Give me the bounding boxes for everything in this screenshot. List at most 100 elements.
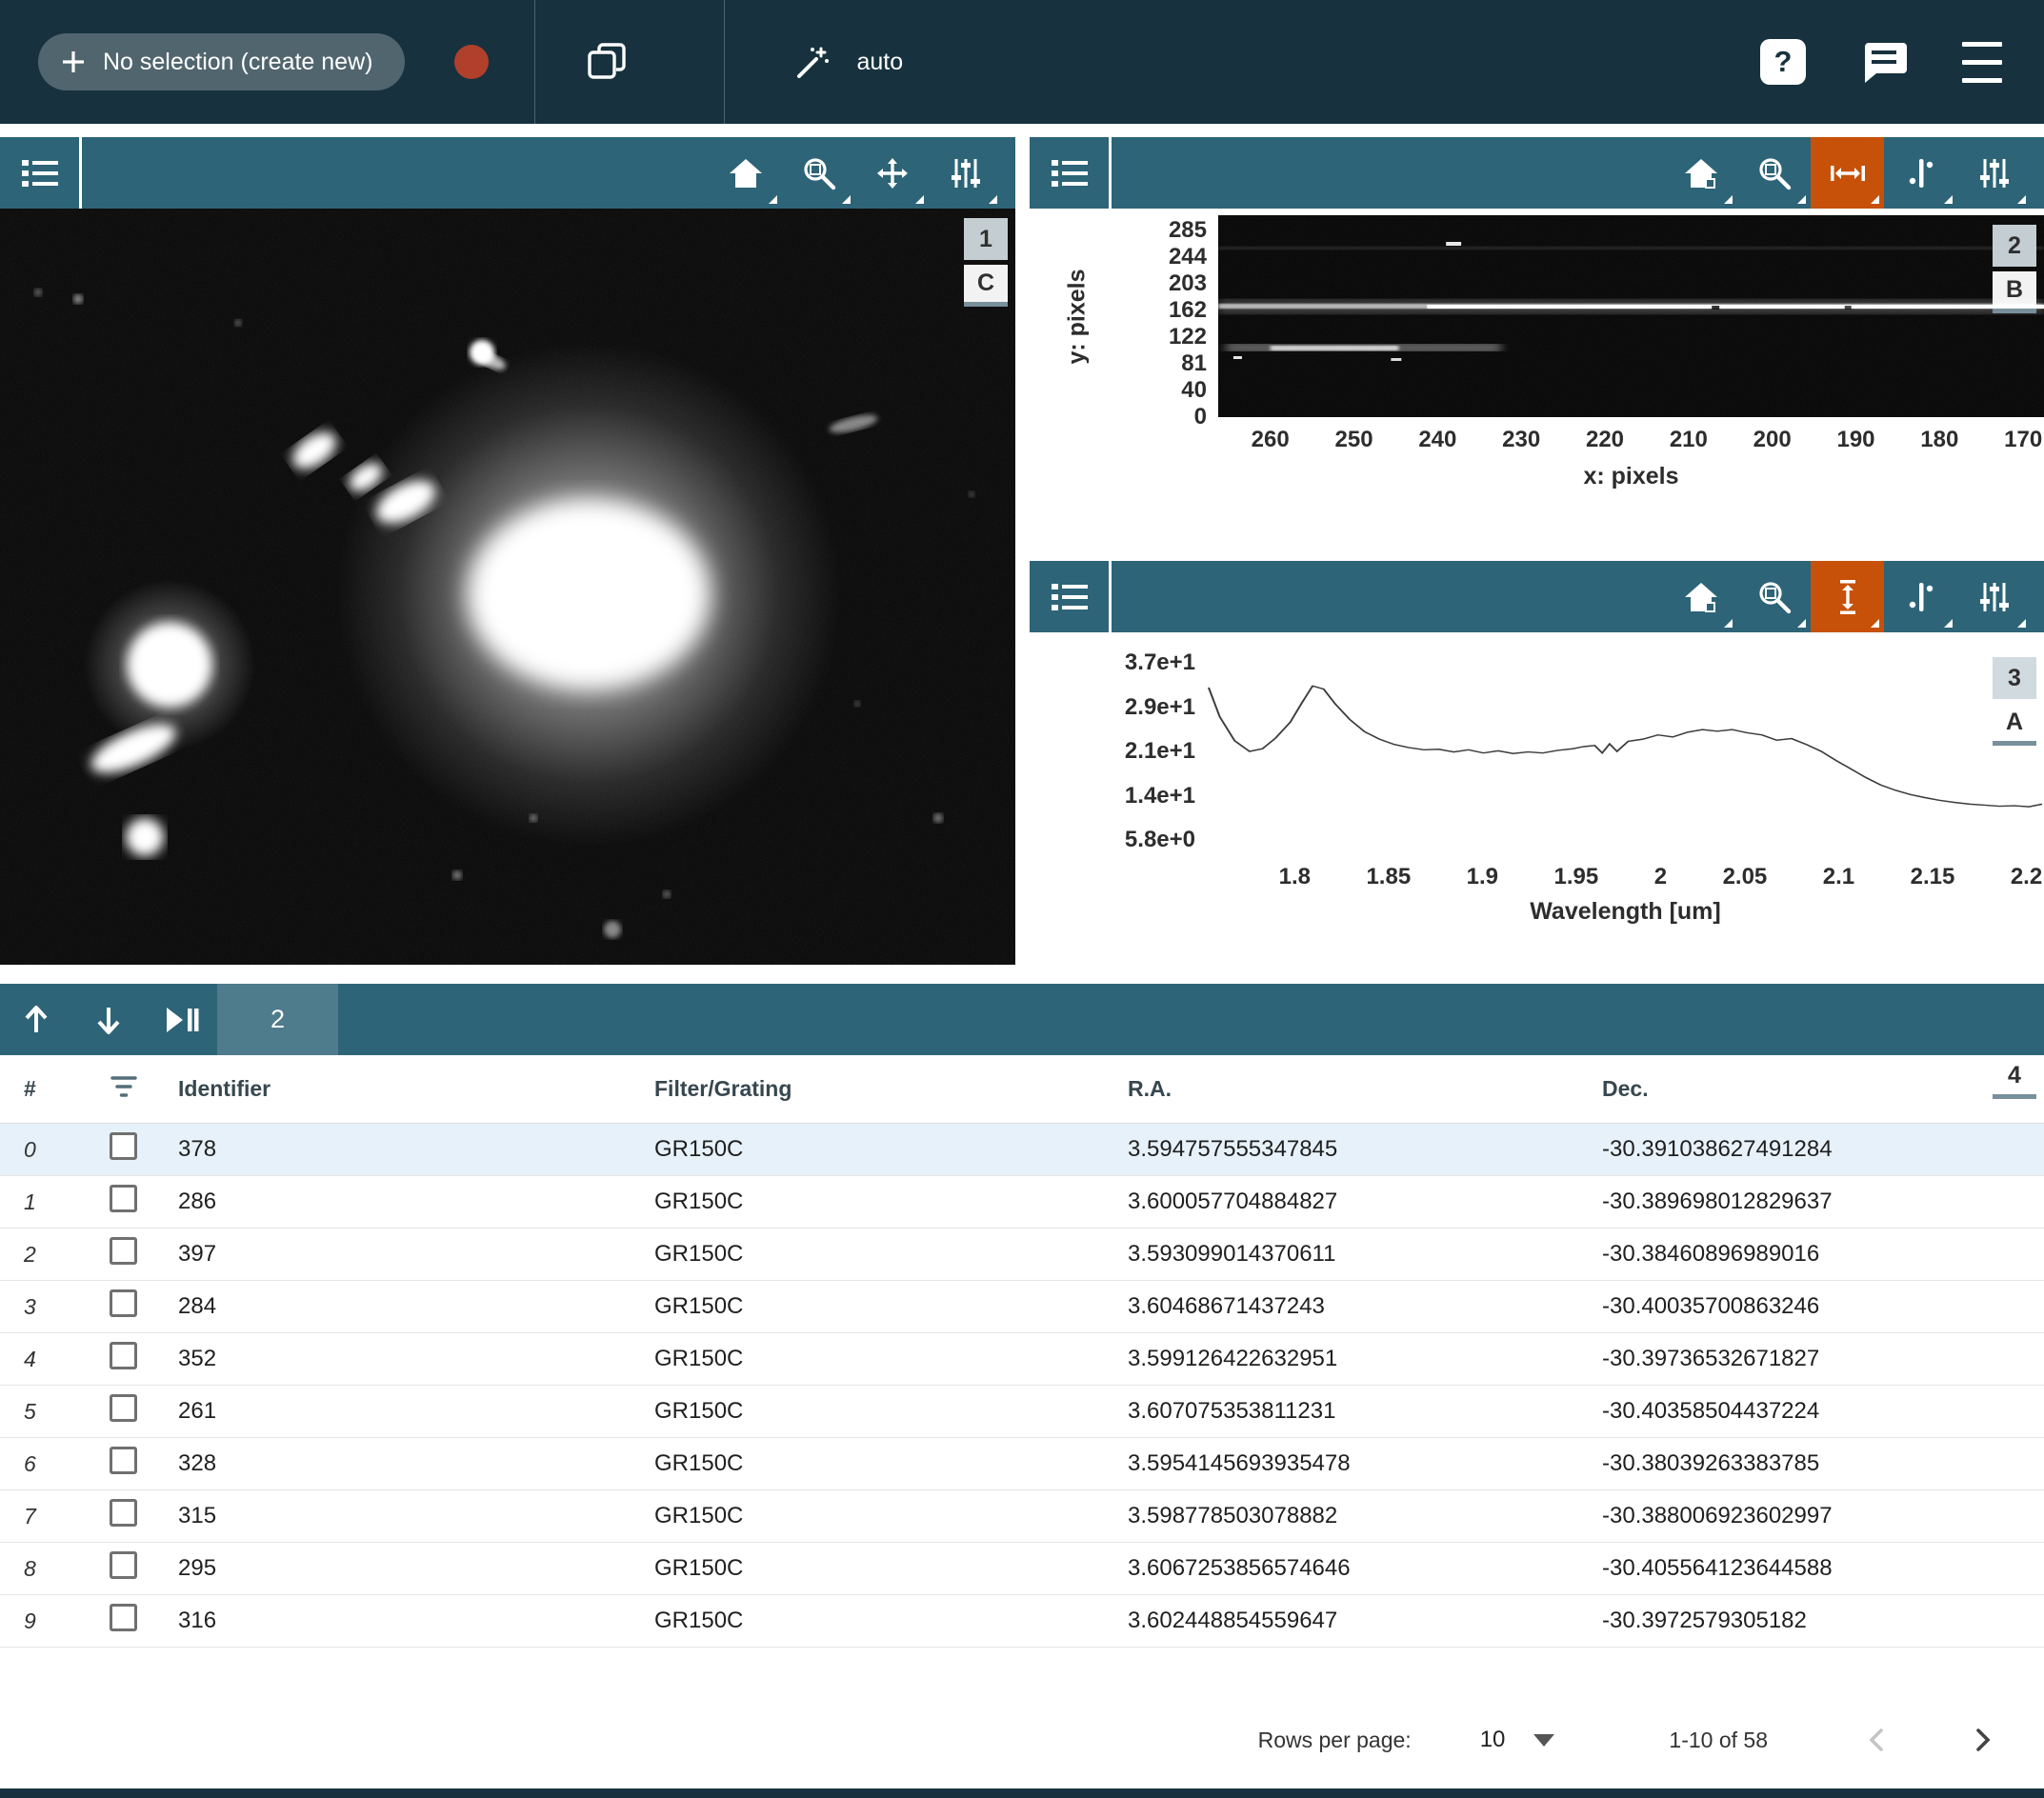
table-row[interactable]: 4352GR150C3.599126422632951-30.397365326… <box>0 1333 2044 1386</box>
table-row[interactable]: 7315GR150C3.598778503078882-30.388006923… <box>0 1490 2044 1543</box>
subset-color-dot[interactable] <box>454 45 489 79</box>
chevron-right-icon <box>1968 1726 1996 1754</box>
column-identifier[interactable]: Identifier <box>178 1076 654 1102</box>
row-dec: -30.40035700863246 <box>1602 1293 2044 1320</box>
home-tool[interactable] <box>1664 561 1737 632</box>
tick-label: 244 <box>1169 244 1207 270</box>
help-button[interactable]: ? <box>1760 39 1806 85</box>
viewer-number-badge[interactable]: 2 <box>1993 225 2036 267</box>
tick-label: 203 <box>1169 270 1207 297</box>
row-checkbox[interactable] <box>110 1499 178 1533</box>
data-menu-button[interactable] <box>1030 137 1112 209</box>
line-select-tool[interactable] <box>1884 137 1957 209</box>
row-checkbox[interactable] <box>110 1289 178 1324</box>
table-row[interactable]: 9316GR150C3.602448854559647-30.397257930… <box>0 1595 2044 1648</box>
row-index: 1 <box>24 1189 110 1215</box>
feedback-button[interactable] <box>1859 39 1909 85</box>
plot-options-tool[interactable] <box>929 137 1002 209</box>
table-number-badge[interactable]: 4 <box>1993 1057 2036 1099</box>
image-viewer-canvas[interactable]: 1 C <box>0 209 1015 965</box>
tick-label: 40 <box>1181 377 1207 404</box>
next-row-button[interactable] <box>72 984 145 1055</box>
viewer-number-badge[interactable]: 1 <box>964 218 1008 260</box>
tick-label: 2.1e+1 <box>1125 738 1195 765</box>
spectrum-1d-plot: Surface brightness [M 3.7e+12.9e+12.1e+1… <box>1030 632 2044 968</box>
column-ra[interactable]: R.A. <box>1128 1076 1602 1102</box>
row-checkbox[interactable] <box>110 1551 178 1586</box>
box-zoom-tool[interactable] <box>1737 561 1811 632</box>
row-dec: -30.405564123644588 <box>1602 1555 2044 1582</box>
row-ra: 3.5954145693935478 <box>1128 1450 1602 1477</box>
rows-per-page-select[interactable]: 10 <box>1480 1727 1506 1753</box>
row-checkbox[interactable] <box>110 1132 178 1167</box>
row-identifier: 328 <box>178 1450 654 1477</box>
viewer-letter-badge[interactable]: C <box>964 265 1008 307</box>
row-index: 6 <box>24 1451 110 1477</box>
plot-options-tool[interactable] <box>1957 137 2031 209</box>
column-filter-button[interactable] <box>110 1074 178 1105</box>
auto-link-control[interactable]: auto <box>725 42 903 82</box>
viewer-number-badge[interactable]: 3 <box>1993 657 2036 699</box>
row-checkbox[interactable] <box>110 1447 178 1481</box>
next-page-button[interactable] <box>1968 1726 1996 1754</box>
viewer-letter-badge[interactable]: B <box>1993 271 2036 313</box>
row-dec: -30.388006923602997 <box>1602 1503 2044 1529</box>
pan-arrows-icon <box>873 154 912 192</box>
table-row[interactable]: 3284GR150C3.60468671437243-30.4003570086… <box>0 1281 2044 1333</box>
table-row[interactable]: 1286GR150C3.600057704884827-30.389698012… <box>0 1176 2044 1229</box>
play-pause-rows-button[interactable] <box>145 984 217 1055</box>
box-zoom-tool[interactable] <box>782 137 855 209</box>
plot-options-tool[interactable] <box>1957 561 2031 632</box>
row-filter-grating: GR150C <box>654 1450 1128 1477</box>
main-menu-button[interactable] <box>1962 35 2002 90</box>
data-menu-button[interactable] <box>1030 561 1112 632</box>
viewer-creator-button[interactable] <box>585 40 629 84</box>
row-filter-grating: GR150C <box>654 1241 1128 1268</box>
horizontal-pan-zoom-tool[interactable] <box>1811 137 1884 209</box>
table-row[interactable]: 8295GR150C3.6067253856574646-30.40556412… <box>0 1543 2044 1595</box>
line-select-tool[interactable] <box>1884 561 1957 632</box>
previous-page-button[interactable] <box>1863 1726 1892 1754</box>
table-row[interactable]: 2397GR150C3.593099014370611-30.384608969… <box>0 1229 2044 1281</box>
checkbox-icon <box>110 1394 137 1422</box>
previous-row-button[interactable] <box>0 984 72 1055</box>
tick-label: 3.7e+1 <box>1125 649 1195 676</box>
column-filter-grating[interactable]: Filter/Grating <box>654 1076 1128 1102</box>
checkbox-icon <box>110 1551 137 1579</box>
pan-tool[interactable] <box>855 137 929 209</box>
vertical-pan-zoom-tool[interactable] <box>1811 561 1884 632</box>
spectrum-2d-canvas[interactable]: 2 B <box>1218 215 2044 417</box>
sliders-icon <box>1976 155 2013 191</box>
row-ra: 3.594757555347845 <box>1128 1136 1602 1163</box>
spectrum-2d-image <box>1218 215 2044 417</box>
row-index: 9 <box>24 1608 110 1634</box>
row-index: 7 <box>24 1504 110 1529</box>
home-tool[interactable] <box>709 137 782 209</box>
viewer-reference-badges: 3 A <box>1993 657 2036 746</box>
viewer-reference-badges: 1 C <box>964 218 1008 307</box>
table-row[interactable]: 6328GR150C3.5954145693935478-30.38039263… <box>0 1438 2044 1490</box>
box-zoom-tool[interactable] <box>1737 137 1811 209</box>
tick-label: 250 <box>1335 427 1373 453</box>
new-selection-button[interactable]: No selection (create new) <box>38 33 405 90</box>
tick-label: 285 <box>1169 217 1207 244</box>
row-checkbox[interactable] <box>110 1342 178 1376</box>
tick-label: 260 <box>1252 427 1290 453</box>
chevron-down-icon[interactable] <box>1533 1734 1554 1747</box>
data-menu-button[interactable] <box>0 137 82 209</box>
column-dec[interactable]: Dec. <box>1602 1076 2044 1102</box>
row-checkbox[interactable] <box>110 1394 178 1428</box>
row-identifier: 315 <box>178 1503 654 1529</box>
spectrum-1d-canvas[interactable]: 3 A <box>1207 648 2044 855</box>
row-checkbox[interactable] <box>110 1237 178 1271</box>
row-checkbox[interactable] <box>110 1604 178 1638</box>
table-footer: Rows per page: 10 1-10 of 58 <box>0 1707 2044 1773</box>
viewer-letter-badge[interactable]: A <box>1993 704 2036 746</box>
row-identifier: 284 <box>178 1293 654 1320</box>
tick-label: 220 <box>1586 427 1624 453</box>
table-row[interactable]: 5261GR150C3.607075353811231-30.403585044… <box>0 1386 2044 1438</box>
home-tool[interactable] <box>1664 137 1737 209</box>
row-checkbox[interactable] <box>110 1185 178 1219</box>
checkbox-icon <box>110 1499 137 1527</box>
table-row[interactable]: 0378GR150C3.594757555347845-30.391038627… <box>0 1124 2044 1176</box>
